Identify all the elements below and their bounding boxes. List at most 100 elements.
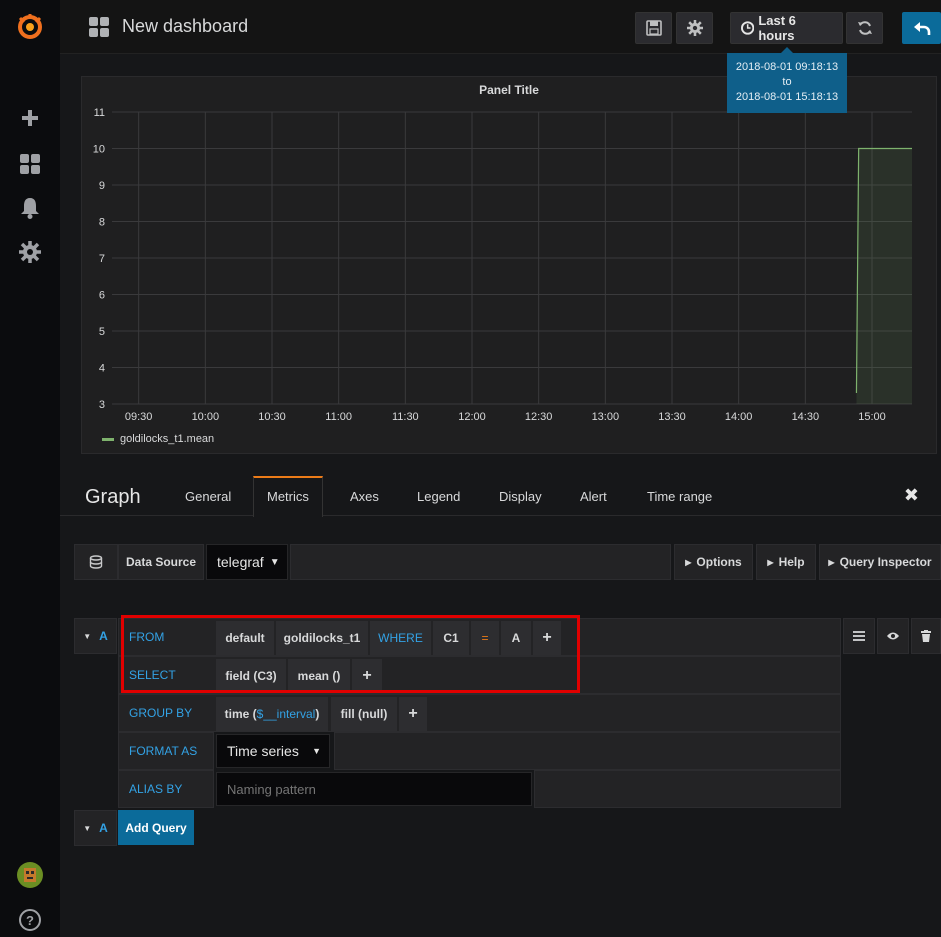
panel-editor-header: Graph General Metrics Axes Legend Displa… (60, 476, 941, 517)
help-label: Help (778, 555, 805, 569)
x-tick-label: 14:30 (792, 411, 820, 423)
dashboards-icon[interactable] (15, 149, 45, 179)
tooltip-from: 2018-08-01 09:18:13 (735, 61, 839, 73)
group-by-row: GROUP BY time ($__interval) fill (null) … (118, 694, 841, 732)
save-icon (645, 20, 662, 36)
x-tick-label: 10:00 (192, 411, 220, 423)
dashboard-title[interactable]: New dashboard (122, 16, 248, 37)
eye-icon (887, 632, 899, 640)
x-tick-label: 09:30 (125, 411, 153, 423)
database-icon (89, 555, 103, 569)
help-button[interactable]: ▶ Help (756, 544, 816, 580)
alias-by-label: ALIAS BY (129, 782, 183, 796)
x-tick-label: 13:30 (658, 411, 686, 423)
y-tick-label: 6 (99, 290, 105, 302)
tooltip-to: 2018-08-01 15:18:13 (735, 91, 839, 103)
datasource-filler (290, 544, 671, 580)
format-as-value: Time series (227, 743, 299, 759)
x-tick-label: 11:00 (325, 411, 352, 423)
tab-time-range[interactable]: Time range (647, 476, 712, 516)
alias-filler (534, 770, 841, 808)
database-icon-box (74, 544, 118, 580)
y-tick-label: 11 (94, 107, 105, 119)
caret-down-icon: ▼ (83, 823, 92, 833)
tab-legend[interactable]: Legend (417, 476, 460, 516)
toggle-visibility-button[interactable] (877, 618, 909, 654)
x-tick-label: 12:30 (525, 411, 553, 423)
editor-title: Graph (85, 486, 141, 508)
remove-query-button[interactable] (911, 618, 941, 654)
highlight-rectangle (121, 615, 580, 693)
datasource-select[interactable]: telegraf ▼ (206, 544, 288, 580)
add-query-ref[interactable]: ▼ A (74, 810, 117, 846)
format-as-row: FORMAT AS (118, 732, 214, 770)
y-tick-label: 10 (93, 144, 105, 156)
query-inspector-label: Query Inspector (839, 555, 932, 569)
chevron-down-icon: ▼ (312, 746, 321, 756)
clock-icon (741, 21, 755, 35)
format-as-select[interactable]: Time series ▼ (216, 734, 330, 768)
help-icon[interactable]: ? (15, 905, 45, 935)
sidebar: ? (0, 0, 60, 937)
caret-down-icon: ▼ (83, 631, 92, 641)
datasource-label: Data Source (118, 544, 204, 580)
add-group-by-button[interactable]: + (399, 697, 427, 731)
bell-icon[interactable] (15, 193, 45, 223)
refresh-icon (857, 21, 872, 35)
group-by-label: GROUP BY (129, 706, 193, 720)
alias-by-row: ALIAS BY (118, 770, 214, 808)
options-button[interactable]: ▶ Options (674, 544, 753, 580)
query-inspector-button[interactable]: ▶ Query Inspector (819, 544, 941, 580)
datasource-value: telegraf (217, 554, 264, 570)
help-icon-glyph: ? (19, 909, 41, 931)
settings-button[interactable] (676, 12, 713, 44)
y-tick-label: 3 (99, 399, 105, 411)
tab-axes[interactable]: Axes (350, 476, 379, 516)
tab-display[interactable]: Display (499, 476, 542, 516)
plus-icon[interactable] (15, 103, 45, 133)
caret-right-icon: ▶ (685, 557, 692, 567)
group-by-fill[interactable]: fill (null) (331, 697, 397, 731)
query-ref-toggle[interactable]: ▼ A (74, 618, 117, 654)
grafana-logo-icon[interactable] (15, 12, 45, 42)
tab-alert[interactable]: Alert (580, 476, 607, 516)
tab-general[interactable]: General (185, 476, 231, 516)
time-range-label: Last 6 hours (758, 13, 796, 43)
query-menu-button[interactable] (843, 618, 875, 654)
time-range-tooltip: 2018-08-01 09:18:13 to 2018-08-01 15:18:… (727, 47, 847, 113)
dashboard-grid-icon[interactable] (88, 16, 110, 38)
x-tick-label: 11:30 (392, 411, 419, 423)
add-query-button[interactable]: Add Query (118, 810, 194, 845)
save-button[interactable] (635, 12, 672, 44)
format-as-label: FORMAT AS (129, 744, 198, 758)
tooltip-to-word: to (782, 76, 792, 88)
group-time-prefix: time ( (224, 707, 257, 721)
group-time-variable: $__interval (256, 707, 316, 721)
x-tick-label: 10:30 (258, 411, 286, 423)
refresh-button[interactable] (846, 12, 883, 44)
gear-icon (686, 20, 703, 36)
time-picker-button[interactable]: Last 6 hours (730, 12, 843, 44)
x-tick-label: 15:00 (858, 411, 886, 423)
group-time-suffix: ) (315, 707, 320, 721)
y-tick-label: 5 (99, 326, 105, 338)
undo-arrow-icon (913, 22, 930, 35)
tab-metrics[interactable]: Metrics (253, 476, 323, 517)
alias-by-input[interactable] (216, 772, 532, 806)
legend[interactable]: goldilocks_t1.mean (102, 433, 214, 445)
avatar[interactable] (15, 860, 45, 890)
legend-label: goldilocks_t1.mean (120, 433, 215, 445)
back-to-dashboard-button[interactable] (902, 12, 941, 44)
caret-right-icon: ▶ (828, 557, 835, 567)
trash-icon (921, 630, 931, 642)
x-tick-label: 14:00 (725, 411, 753, 423)
y-tick-label: 4 (99, 363, 105, 375)
graph-panel[interactable]: Panel Title 3 4 5 6 7 8 9 10 11 09:30 10:00 10:30 11… (81, 76, 937, 454)
gear-icon[interactable] (15, 237, 45, 267)
group-by-time[interactable]: time ($__interval) (216, 697, 328, 731)
close-icon[interactable]: ✖ (904, 485, 919, 506)
x-tick-label: 12:00 (458, 411, 486, 423)
series-area (856, 148, 912, 404)
options-label: Options (696, 555, 742, 569)
x-tick-label: 13:00 (592, 411, 620, 423)
